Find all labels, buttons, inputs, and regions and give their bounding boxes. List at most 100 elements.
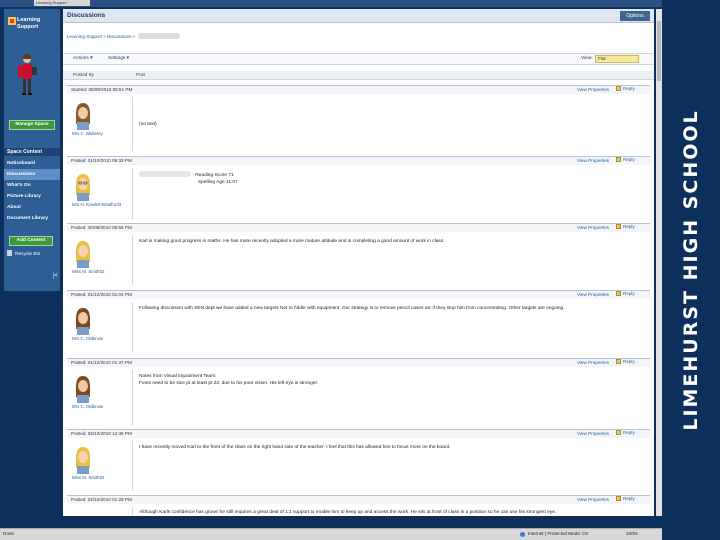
left-navigation: Learning Support Manage Space Space Cont… [4,9,60,291]
breadcrumb: Learning Support>Discussions> [67,33,181,39]
reply-button[interactable]: Reply [616,291,635,296]
post-divider [132,97,133,151]
nav-item-picture-library[interactable]: Picture Library [4,191,60,202]
post-author[interactable]: Mrs C. Oldknow [72,336,103,341]
post-header: Posted: 01/10/2010 01:04 PM View Propert… [67,290,650,299]
avatar [76,308,90,335]
post-text: (no text) [139,122,157,127]
school-name: LIMEHURST HIGH SCHOOL [680,109,702,431]
post-text-line: Fonts need to be size pt at least pt 22,… [139,381,319,386]
post-author[interactable]: Miss M. Smith02 [72,269,104,274]
breadcrumb-redacted [138,33,181,39]
browser-tab[interactable]: Learning Support [34,0,90,6]
view-properties-link[interactable]: View Properties [577,292,609,297]
view-properties-link[interactable]: View Properties [577,360,609,365]
reply-icon [616,359,621,364]
nav-item-whats-on[interactable]: What's On [4,180,60,191]
post-body: I have recently moved Karl to the front … [139,444,644,451]
view-properties-link[interactable]: View Properties [577,87,609,92]
post-date: Posted: 02/10/2010 01:28 PM [71,497,132,502]
recycle-bin-link[interactable]: Recycle Bin [7,250,40,260]
discussion-post: Posted: 01/10/2010 01:04 PM View Propert… [67,290,650,354]
post-divider [132,235,133,285]
view-properties-link[interactable]: View Properties [577,431,609,436]
avatar [76,241,90,268]
nav-item-about[interactable]: About [4,202,60,213]
post-divider [132,507,133,516]
discussion-post: Started: 30/09/2010 08:51 PM View Proper… [67,85,650,153]
post-author[interactable]: Miss M. Smith02 [72,475,104,480]
browser-status-bar: Done Internet | Protected Mode: On 100% [0,528,662,540]
site-title[interactable]: Learning Support [17,17,57,31]
reply-icon [616,157,621,162]
reply-button[interactable]: Reply [616,224,635,229]
post-body: - Reading Score 71 Spelling Age 11:07 [139,171,644,186]
view-properties-link[interactable]: View Properties [577,158,609,163]
zoom-level[interactable]: 100% [626,531,638,536]
reply-icon [616,430,621,435]
post-author[interactable]: Mrs C. Oldknow [72,404,103,409]
reply-button[interactable]: Reply [616,157,635,162]
options-button[interactable]: Options [620,11,650,21]
settings-menu[interactable]: Settings ▾ [108,56,129,61]
breadcrumb-learning-support[interactable]: Learning Support [67,34,102,39]
site-logo-icon [8,17,16,25]
post-text-line: Spelling Age 11:07 [198,180,238,185]
reply-icon [616,496,621,501]
space-content-header: Space Content [4,148,60,156]
manage-space-button[interactable]: Manage Space [9,120,55,130]
browser-window: Learning Support Learning Support Manage… [0,0,662,540]
post-header: Posted: 01/10/2010 09:33 PM View Propert… [67,156,650,165]
nav-item-document-library[interactable]: Document Library [4,213,60,224]
browser-title-bar: Learning Support [0,0,662,7]
breadcrumb-discussions[interactable]: Discussions [107,34,132,39]
column-header: Posted By Post [63,71,654,80]
avatar [76,103,90,130]
reply-button[interactable]: Reply [616,86,635,91]
view-properties-link[interactable]: View Properties [577,225,609,230]
scrollbar-thumb[interactable] [657,21,661,81]
post-author[interactable]: Mrs H. Kewlett-Bradford3 [72,202,121,207]
post-body: (no text) [139,121,644,128]
avatar [76,376,90,403]
reply-button[interactable]: Reply [616,430,635,435]
actions-menu[interactable]: Actions ▾ [73,56,92,61]
post-header: Posted: 02/10/2010 12:48 PM View Propert… [67,429,650,438]
recycle-bin-label: Recycle Bin [15,252,41,257]
post-header: Posted: 01/10/2010 01:37 PM View Propert… [67,358,650,367]
collapse-nav-icon[interactable]: |< [53,273,58,279]
view-select[interactable]: Flat [595,55,639,63]
post-divider [132,168,133,220]
discussion-post: Posted: 02/10/2010 01:28 PM View Propert… [67,495,650,516]
discussion-post: Posted: 02/10/2010 12:48 PM View Propert… [67,429,650,493]
nav-item-noticeboard[interactable]: Noticeboard [4,158,60,169]
school-banner: LIMEHURST HIGH SCHOOL [662,0,720,540]
post-text: I have recently moved Karl to the front … [139,445,451,450]
posted-by-column-header[interactable]: Posted By [73,72,94,77]
post-date: Posted: 01/10/2010 01:37 PM [71,360,132,365]
breadcrumb-separator: > [103,34,106,39]
post-date: Posted: 01/10/2010 01:04 PM [71,292,132,297]
post-text-line: - Reading Score 71 [139,171,644,179]
post-column-header[interactable]: Post [136,72,145,77]
post-divider [132,370,133,426]
student-figure-icon [18,54,37,95]
nav-item-discussions[interactable]: Discussions [4,169,60,180]
post-date: Posted: 30/09/2010 09:56 PM [71,225,132,230]
security-zone-text: Internet | Protected Mode: On [528,531,589,536]
site-title-block: Learning Support [8,15,58,45]
post-date: Posted: 02/10/2010 12:48 PM [71,431,132,436]
internet-zone-icon [520,532,525,537]
toolbar: Actions ▾ Settings ▾ View: Flat [63,53,654,65]
post-body: Although Karls confidence has grown he s… [139,509,644,516]
post-text: Karl is making good progress in maths. H… [139,239,445,244]
view-properties-link[interactable]: View Properties [577,497,609,502]
breadcrumb-separator: > [132,34,136,39]
page-header: Discussions Options [63,9,654,23]
avatar [76,174,90,201]
add-content-button[interactable]: Add Content [9,236,53,246]
reply-button[interactable]: Reply [616,496,635,501]
post-text: Following discussion with SEN dept we ha… [139,306,565,311]
reply-button[interactable]: Reply [616,359,635,364]
post-author[interactable]: Mrs C. Blakeley [72,131,103,136]
